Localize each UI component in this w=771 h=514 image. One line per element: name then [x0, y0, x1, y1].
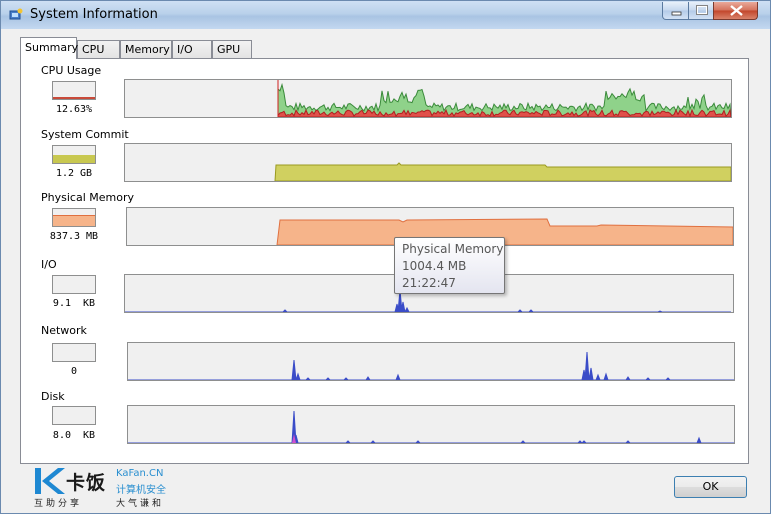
cpu-usage-value: 12.63%	[55, 104, 93, 115]
tooltip-title: Physical Memory	[402, 242, 504, 256]
cpu-usage-label: CPU Usage	[41, 64, 102, 77]
physical-memory-area	[276, 218, 733, 245]
minimize-button[interactable]	[662, 2, 689, 20]
tab-gpu[interactable]: GPU	[212, 40, 252, 58]
minimize-icon	[671, 11, 682, 16]
io-meter	[52, 275, 96, 294]
network-label: Network	[41, 324, 87, 337]
cpu-usage-meter	[52, 81, 96, 100]
network-value: 0	[70, 366, 78, 377]
kafan-k-logo-icon	[35, 468, 65, 494]
io-label: I/O	[41, 258, 57, 271]
client-area: Summary CPU Memory I/O GPU CPU Usage 12.…	[8, 29, 763, 509]
physical-memory-tooltip: Physical Memory 1004.4 MB 21:22:47	[394, 237, 505, 294]
network-graph	[127, 342, 735, 381]
io-value: 9.1 KB	[52, 298, 96, 309]
system-commit-meter	[52, 145, 96, 164]
maximize-icon	[696, 5, 708, 15]
system-commit-value: 1.2 GB	[55, 168, 93, 179]
logo-cn-text: 卡饭	[66, 472, 107, 494]
disk-meter	[52, 406, 96, 425]
cpu-red-area	[277, 108, 731, 117]
disk-spikes	[128, 410, 734, 443]
maximize-button[interactable]	[688, 2, 714, 20]
system-commit-graph	[124, 143, 732, 182]
tooltip-value: 1004.4 MB	[402, 259, 467, 273]
ok-button[interactable]: OK	[674, 476, 747, 498]
tab-cpu[interactable]: CPU	[77, 40, 120, 58]
network-spikes	[128, 351, 734, 380]
tooltip-time: 21:22:47	[402, 276, 456, 290]
tab-io[interactable]: I/O	[172, 40, 212, 58]
cpu-usage-graph	[124, 79, 732, 118]
network-meter	[52, 343, 96, 362]
commit-area	[274, 162, 731, 181]
close-icon	[730, 5, 743, 16]
close-button[interactable]	[713, 2, 758, 20]
title-bar[interactable]: System Information	[1, 1, 770, 29]
tab-summary[interactable]: Summary	[20, 37, 78, 59]
logo-en-text: KaFan.CN	[116, 468, 164, 479]
window-title: System Information	[30, 7, 158, 22]
summary-panel: CPU Usage 12.63% System Commit 1.2 GB Ph…	[20, 58, 749, 464]
physical-memory-meter	[52, 208, 96, 227]
physical-memory-label: Physical Memory	[41, 191, 134, 204]
physical-memory-value: 837.3 MB	[49, 231, 99, 242]
system-commit-label: System Commit	[41, 128, 129, 141]
kafan-logo: 卡饭 KaFan.CN 计算机安全 互助分享 大气谦和	[34, 467, 214, 509]
logo-slogan-left: 互助分享	[34, 499, 83, 509]
disk-value: 8.0 KB	[52, 430, 96, 441]
logo-slogan-right: 大气谦和	[116, 499, 165, 509]
app-icon	[9, 8, 23, 20]
disk-label: Disk	[41, 390, 65, 403]
logo-cn2-text: 计算机安全	[116, 485, 166, 496]
tab-memory[interactable]: Memory	[120, 40, 172, 58]
system-information-window: System Information Summary CPU Memory I/…	[0, 0, 771, 514]
disk-graph	[127, 405, 735, 444]
